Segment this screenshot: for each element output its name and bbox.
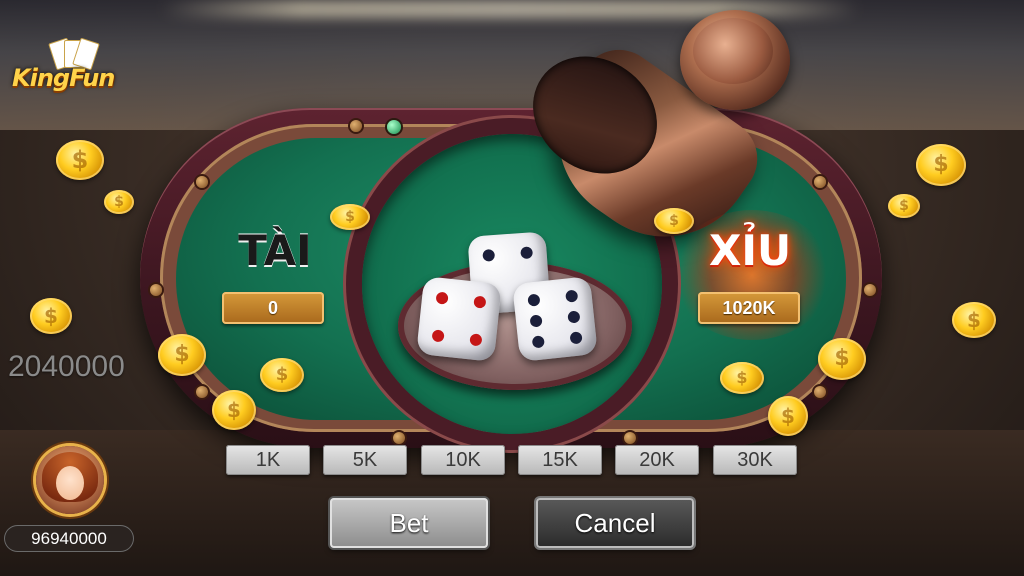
rivet-icon [814,176,826,188]
die-pip [520,246,534,260]
chip-30k[interactable]: 30K [713,445,797,475]
chip-5k[interactable]: 5K [323,445,407,475]
coin-icon [104,190,134,214]
coin-icon [212,390,256,430]
logo-text: KingFun [12,64,115,92]
coin-icon [654,208,694,234]
avatar-face [56,466,84,500]
die-3 [512,276,598,362]
floor-background [0,430,1024,576]
rivet-icon [150,284,162,296]
die-pip [482,248,496,262]
kingfun-logo: KingFun [12,37,137,110]
die-pip [565,289,579,303]
coin-icon [818,338,866,380]
avatar[interactable] [36,446,104,514]
coin-icon [768,396,808,436]
rivet-icon [814,386,826,398]
player-balance: 96940000 [4,525,134,552]
coin-icon [330,204,370,230]
coin-icon [30,298,72,334]
die-pip [527,293,541,307]
tai-bet-amount: 0 [222,292,324,324]
playing-cards-icon [48,37,100,71]
rivet-icon [624,432,636,444]
dice-shaker-knob-top [693,18,773,84]
coin-icon [56,140,104,180]
die-pip [469,333,483,347]
chip-15k[interactable]: 15K [518,445,602,475]
die-pip [473,295,487,309]
coin-icon [952,302,996,338]
chip-20k[interactable]: 20K [615,445,699,475]
coin-icon [916,144,966,186]
die-2 [416,276,502,362]
xiu-bet-amount: 1020K [698,292,800,324]
die-pip [529,314,543,328]
tai-label[interactable]: TÀI [230,226,320,275]
die-pip [569,331,583,345]
status-light-icon [387,120,401,134]
xiu-label[interactable]: XỈU [700,226,800,275]
coin-icon [720,362,764,394]
cancel-button[interactable]: Cancel [536,498,694,548]
rivet-icon [196,386,208,398]
rivet-icon [393,432,405,444]
die-pip [431,329,445,343]
die-pip [531,335,545,349]
die-pip [435,291,449,305]
coin-icon [158,334,206,376]
chip-1k[interactable]: 1K [226,445,310,475]
rivet-icon [350,120,362,132]
chip-10k[interactable]: 10K [421,445,505,475]
rivet-icon [196,176,208,188]
die-pip [567,310,581,324]
rivet-icon [864,284,876,296]
coin-icon [888,194,920,218]
coin-icon [260,358,304,392]
bet-button[interactable]: Bet [330,498,488,548]
pot-total: 2040000 [8,350,125,383]
